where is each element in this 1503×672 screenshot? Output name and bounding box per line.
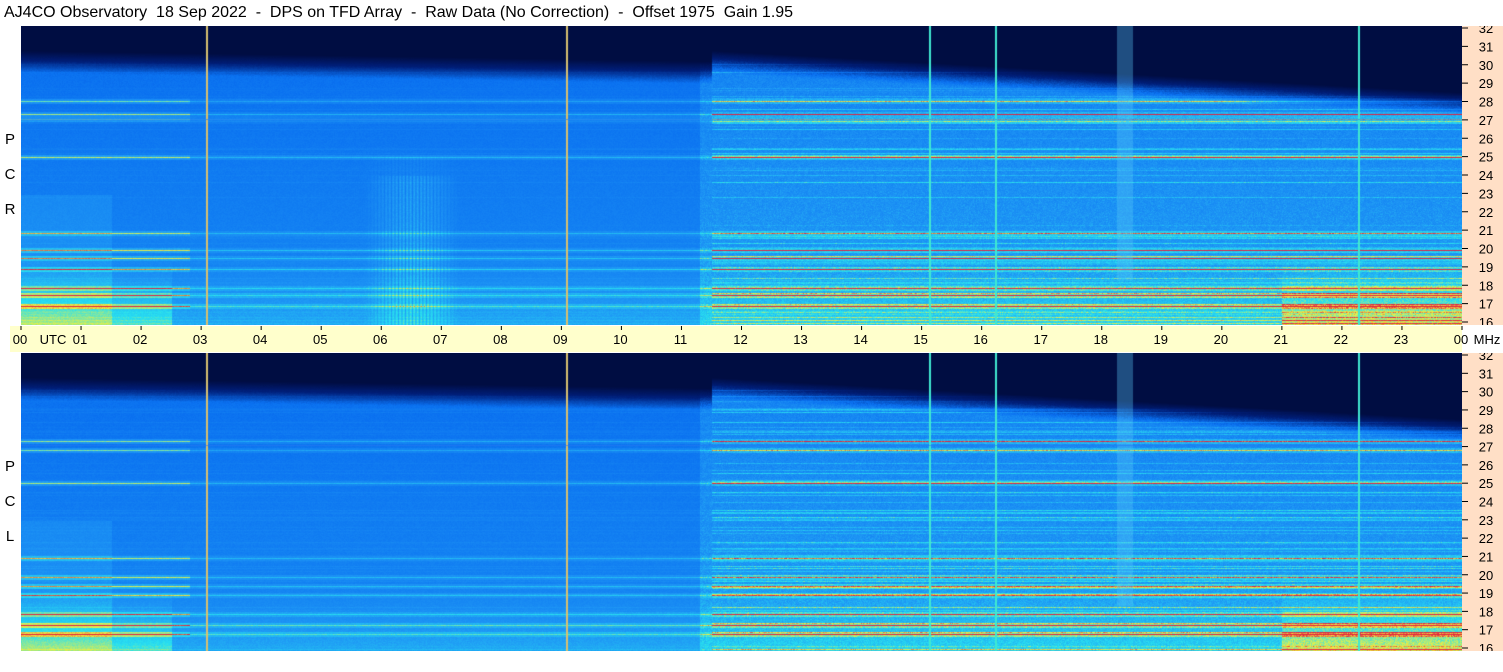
utc-tick-label: 22: [1334, 332, 1348, 347]
freq-tick-label: 18: [1479, 604, 1493, 619]
freq-tick-label: 22: [1479, 531, 1493, 546]
freq-tick-label: 20: [1479, 568, 1493, 583]
utc-tick-label: 10: [613, 332, 627, 347]
side-label-letter: R: [4, 201, 16, 218]
utc-tick-label: 08: [493, 332, 507, 347]
freq-tick-label: 25: [1479, 476, 1493, 491]
freq-tick-label: 26: [1479, 131, 1493, 146]
freq-tick-label: 25: [1479, 150, 1493, 165]
utc-tick-label: 16: [973, 332, 987, 347]
rcp-side-label: P C R: [0, 122, 20, 227]
freq-tick-label: 31: [1479, 39, 1493, 54]
freq-tick-label: 16: [1479, 315, 1493, 325]
freq-tick-label: 24: [1479, 495, 1493, 510]
freq-tick-label: 27: [1479, 113, 1493, 128]
utc-time-axis: 00 01 02 03 04 05 06 07 08 09 10 11 12 13 14 15 16 17 18 19…: [13, 326, 1501, 347]
freq-tick-label: 19: [1479, 260, 1493, 275]
utc-tick-label: 06: [373, 332, 387, 347]
freq-tick-label: 19: [1479, 586, 1493, 601]
freq-tick-label: 28: [1479, 421, 1493, 436]
utc-tick-label: 23: [1394, 332, 1408, 347]
freq-tick-label: 21: [1479, 223, 1493, 238]
utc-tick-label: 13: [793, 332, 807, 347]
utc-tick-label: 02: [133, 332, 147, 347]
side-label-letter: P: [4, 131, 15, 148]
utc-tick-label: 03: [193, 332, 207, 347]
utc-tick-label: 01: [73, 332, 87, 347]
utc-tick-label: 04: [253, 332, 267, 347]
freq-tick-label: 23: [1479, 513, 1493, 528]
freq-tick-label: 20: [1479, 242, 1493, 257]
utc-tick-label: 09: [553, 332, 567, 347]
freq-tick-label: 32: [1479, 353, 1493, 363]
rcp-spectrogram: [21, 26, 1462, 325]
utc-tick-label: 15: [913, 332, 927, 347]
utc-tick-label: 18: [1094, 332, 1108, 347]
utc-tick-label: 11: [674, 332, 688, 347]
mhz-unit-label: MHz: [1474, 332, 1501, 347]
utc-tick-label: 17: [1033, 332, 1047, 347]
freq-tick-label: 30: [1479, 58, 1493, 73]
freq-tick-label: 28: [1479, 95, 1493, 110]
freq-tick-label: 21: [1479, 549, 1493, 564]
utc-tick-label: 12: [733, 332, 747, 347]
chart-title: AJ4CO Observatory 18 Sep 2022 - DPS on T…: [4, 4, 794, 21]
side-label-letter: C: [4, 166, 16, 183]
utc-tick-label: 07: [433, 332, 447, 347]
freq-tick-label: 24: [1479, 168, 1493, 183]
utc-tick-label: 00: [13, 332, 27, 347]
utc-tick-label: 21: [1274, 332, 1288, 347]
freq-tick-label: 31: [1479, 366, 1493, 381]
utc-tick-label: 20: [1214, 332, 1228, 347]
freq-tick-label: 26: [1479, 458, 1493, 473]
side-label-letter: L: [5, 528, 15, 545]
utc-unit-label: UTC: [40, 332, 67, 347]
freq-tick-label: 30: [1479, 385, 1493, 400]
lcp-side-label: P C L: [0, 449, 20, 554]
freq-tick-label: 29: [1479, 76, 1493, 91]
freq-tick-label: 17: [1479, 297, 1493, 312]
freq-tick-label: 18: [1479, 278, 1493, 293]
freq-tick-label: 29: [1479, 403, 1493, 418]
rcp-frequency-axis: 16 17 18 19 20 21 22 23 24 25 26 27 28 29 30 31 32: [1462, 26, 1493, 325]
side-label-letter: C: [4, 493, 16, 510]
rcp-spectrogram-canvas: [21, 26, 1462, 325]
utc-tick-label: 14: [853, 332, 867, 347]
freq-tick-label: 16: [1479, 641, 1493, 651]
freq-tick-label: 27: [1479, 440, 1493, 455]
lcp-spectrogram: [21, 353, 1462, 651]
freq-tick-label: 23: [1479, 186, 1493, 201]
utc-tick-label: 05: [313, 332, 327, 347]
freq-tick-label: 22: [1479, 205, 1493, 220]
utc-tick-label: 00: [1454, 332, 1468, 347]
lcp-frequency-axis: 16 17 18 19 20 21 22 23 24 25 26 27 28 29 30 31 32: [1462, 353, 1493, 651]
lcp-spectrogram-canvas: [21, 353, 1462, 651]
freq-tick-label: 32: [1479, 26, 1493, 36]
side-label-letter: P: [4, 458, 15, 475]
utc-tick-label: 19: [1154, 332, 1168, 347]
freq-tick-label: 17: [1479, 623, 1493, 638]
